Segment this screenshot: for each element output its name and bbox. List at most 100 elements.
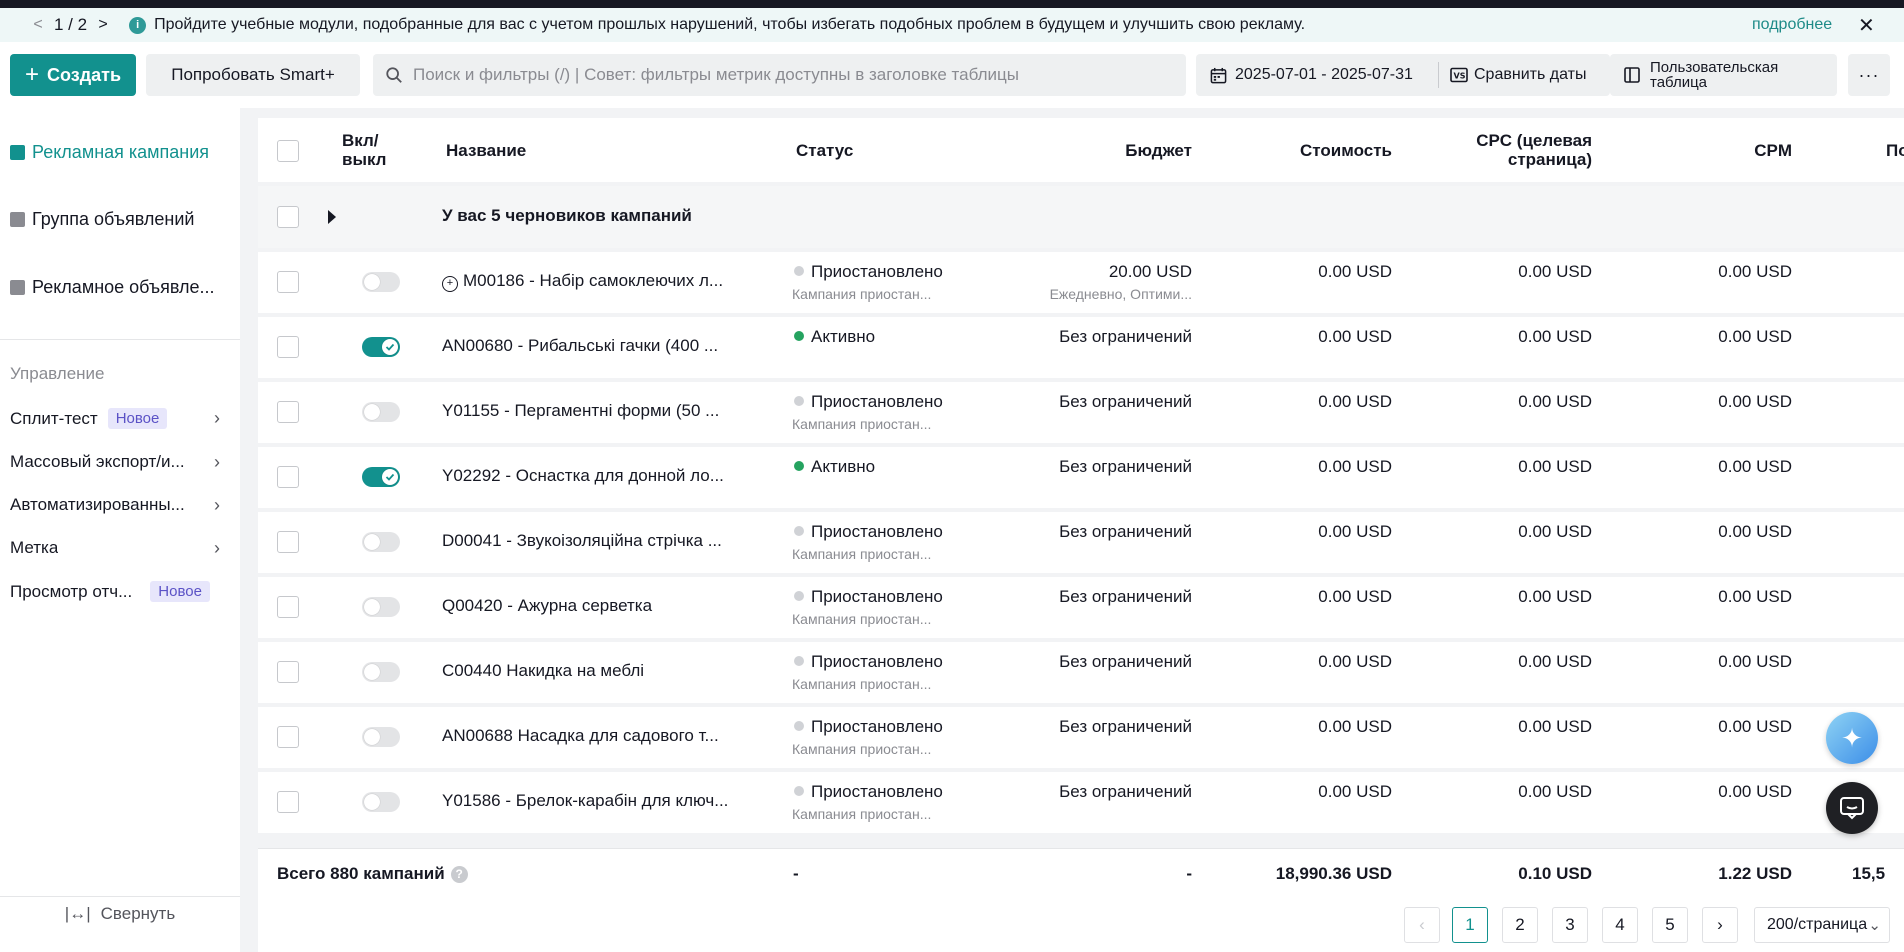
nav-campaign[interactable]: Рекламная кампания [10, 142, 209, 163]
more-options-button[interactable]: ··· [1848, 54, 1890, 96]
ad-icon [10, 280, 25, 295]
chat-button[interactable] [1826, 782, 1878, 834]
row-checkbox[interactable] [277, 726, 299, 748]
row-checkbox[interactable] [277, 466, 299, 488]
status-toggle[interactable] [362, 532, 400, 552]
drafts-row[interactable]: У вас 5 черновиков кампаний [258, 186, 1904, 248]
status-toggle[interactable] [362, 467, 400, 487]
col-cost[interactable]: Стоимость [1248, 118, 1392, 182]
page-2-button[interactable]: 2 [1502, 907, 1538, 943]
smart-campaign-icon: + [442, 276, 458, 292]
col-cpm[interactable]: CPM [1598, 118, 1792, 182]
search-input[interactable] [413, 65, 1173, 85]
row-checkbox[interactable] [277, 531, 299, 553]
status-subtext: Кампания приостан... [792, 676, 932, 692]
campaign-name-link[interactable]: Q00420 - Ажурна серветка [442, 596, 742, 616]
close-icon[interactable]: ✕ [1858, 13, 1875, 38]
campaign-name-link[interactable]: AN00680 - Рибальські гачки (400 ... [442, 336, 742, 356]
col-next[interactable]: По [1886, 118, 1904, 182]
try-smart-button[interactable]: Попробовать Smart+ [146, 54, 360, 96]
table-row[interactable]: Y01155 - Пергаментні форми (50 ... Приост… [258, 382, 1904, 443]
plus-icon: + [24, 61, 39, 88]
page-1-button[interactable]: 1 [1452, 907, 1488, 943]
status-toggle[interactable] [362, 662, 400, 682]
campaign-name-link[interactable]: D00041 - Звукоізоляційна стрічка ... [442, 531, 742, 551]
table-row[interactable]: C00440 Накидка на меблі Приостановлено Кам… [258, 642, 1904, 703]
banner-next-icon[interactable]: > [93, 16, 113, 34]
new-badge: Новое [107, 408, 168, 429]
campaign-name-link[interactable]: C00440 Накидка на меблі [442, 661, 742, 681]
row-checkbox[interactable] [277, 401, 299, 423]
toggle-knob [364, 534, 380, 550]
cpm-value: 0.00 USD [1718, 717, 1792, 736]
status-toggle[interactable] [362, 272, 400, 292]
status-subtext: Кампания приостан... [792, 806, 932, 822]
campaign-name-link[interactable]: AN00688 Насадка для садового т... [442, 726, 742, 746]
help-icon[interactable]: ? [450, 865, 468, 883]
row-checkbox[interactable] [277, 661, 299, 683]
compare-dates-button[interactable]: VS Сравнить даты [1439, 66, 1586, 84]
drafts-checkbox[interactable] [277, 206, 299, 228]
status-text: Приостановлено [811, 392, 943, 411]
campaign-name: D00041 - Звукоізоляційна стрічка ... [442, 531, 722, 550]
status-toggle[interactable] [362, 402, 400, 422]
campaign-name-link[interactable]: Y01155 - Пергаментні форми (50 ... [442, 401, 742, 421]
sidebar-item-split-test[interactable]: Сплит-тест Новое › [10, 408, 220, 429]
page-size-select[interactable]: 200/страница ⌄ [1754, 907, 1890, 943]
nav-ad[interactable]: Рекламное объявле... [10, 277, 215, 298]
select-all-checkbox[interactable] [277, 140, 299, 162]
status-toggle[interactable] [362, 337, 400, 357]
sidebar-item-label[interactable]: Метка › [10, 538, 220, 558]
budget-value: Без ограничений [1059, 522, 1192, 541]
table-row[interactable]: AN00688 Насадка для садового т... Приоста… [258, 707, 1904, 768]
page-3-button[interactable]: 3 [1552, 907, 1588, 943]
col-budget[interactable]: Бюджет [1048, 118, 1192, 182]
page-4-button[interactable]: 4 [1602, 907, 1638, 943]
cpc-value: 0.00 USD [1518, 327, 1592, 346]
split-test-label: Сплит-тест [10, 408, 98, 428]
banner-message: Пройдите учебные модули, подобранные для… [154, 16, 1306, 33]
toggle-knob [364, 274, 380, 290]
row-checkbox[interactable] [277, 336, 299, 358]
status-dot [794, 786, 804, 796]
campaign-name-link[interactable]: Y01586 - Брелок-карабін для ключ... [442, 791, 742, 811]
col-status[interactable]: Статус [796, 118, 853, 182]
next-page-button[interactable]: › [1702, 907, 1738, 943]
sidebar-item-bulk-export[interactable]: Массовый экспорт/и... › [10, 452, 220, 472]
row-checkbox[interactable] [277, 596, 299, 618]
cpm-value: 0.00 USD [1718, 522, 1792, 541]
table-row[interactable]: AN00680 - Рибальські гачки (400 ... Актив… [258, 317, 1904, 378]
status-toggle[interactable] [362, 727, 400, 747]
table-row[interactable]: Y01586 - Брелок-карабін для ключ... Приос… [258, 772, 1904, 833]
sidebar-item-automated[interactable]: Автоматизированны... › [10, 495, 220, 515]
status-text: Приостановлено [811, 262, 943, 281]
prev-page-button[interactable]: ‹ [1404, 907, 1440, 943]
banner-prev-icon[interactable]: < [28, 16, 48, 34]
toggle-knob [382, 469, 398, 485]
table-row[interactable]: + M00186 - Набір самоклеючих л... Приостан… [258, 252, 1904, 313]
table-row[interactable]: D00041 - Звукоізоляційна стрічка ... Прио… [258, 512, 1904, 573]
calendar-icon [1210, 67, 1227, 83]
bulk-export-label: Массовый экспорт/и... [10, 452, 185, 471]
col-toggle[interactable]: Вкл/ выкл [342, 118, 402, 182]
col-name[interactable]: Название [446, 118, 526, 182]
campaign-name-link[interactable]: + M00186 - Набір самоклеючих л... [442, 271, 742, 292]
row-checkbox[interactable] [277, 791, 299, 813]
expand-caret-icon[interactable] [328, 210, 336, 224]
assistant-star-button[interactable]: ✦ [1826, 712, 1878, 764]
collapse-button[interactable]: |↔| Свернуть [0, 904, 240, 924]
col-cpc[interactable]: CPC (целевая страница) [1398, 118, 1592, 182]
status-toggle[interactable] [362, 597, 400, 617]
banner-more-link[interactable]: подробнее [1752, 16, 1832, 34]
status-toggle[interactable] [362, 792, 400, 812]
custom-table-button[interactable]: Пользовательская таблица [1610, 54, 1837, 96]
page-5-button[interactable]: 5 [1652, 907, 1688, 943]
table-row[interactable]: Y02292 - Оснастка для донной ло... Активн… [258, 447, 1904, 508]
campaign-name-link[interactable]: Y02292 - Оснастка для донной ло... [442, 466, 742, 486]
sidebar-item-report-view[interactable]: Просмотр отч... Новое [10, 581, 220, 602]
row-checkbox[interactable] [277, 271, 299, 293]
date-range-button[interactable]: 2025-07-01 - 2025-07-31 [1196, 66, 1438, 84]
table-row[interactable]: Q00420 - Ажурна серветка Приостановлено Ка… [258, 577, 1904, 638]
create-button[interactable]: + Создать [10, 54, 136, 96]
nav-ad-group[interactable]: Группа объявлений [10, 209, 194, 230]
